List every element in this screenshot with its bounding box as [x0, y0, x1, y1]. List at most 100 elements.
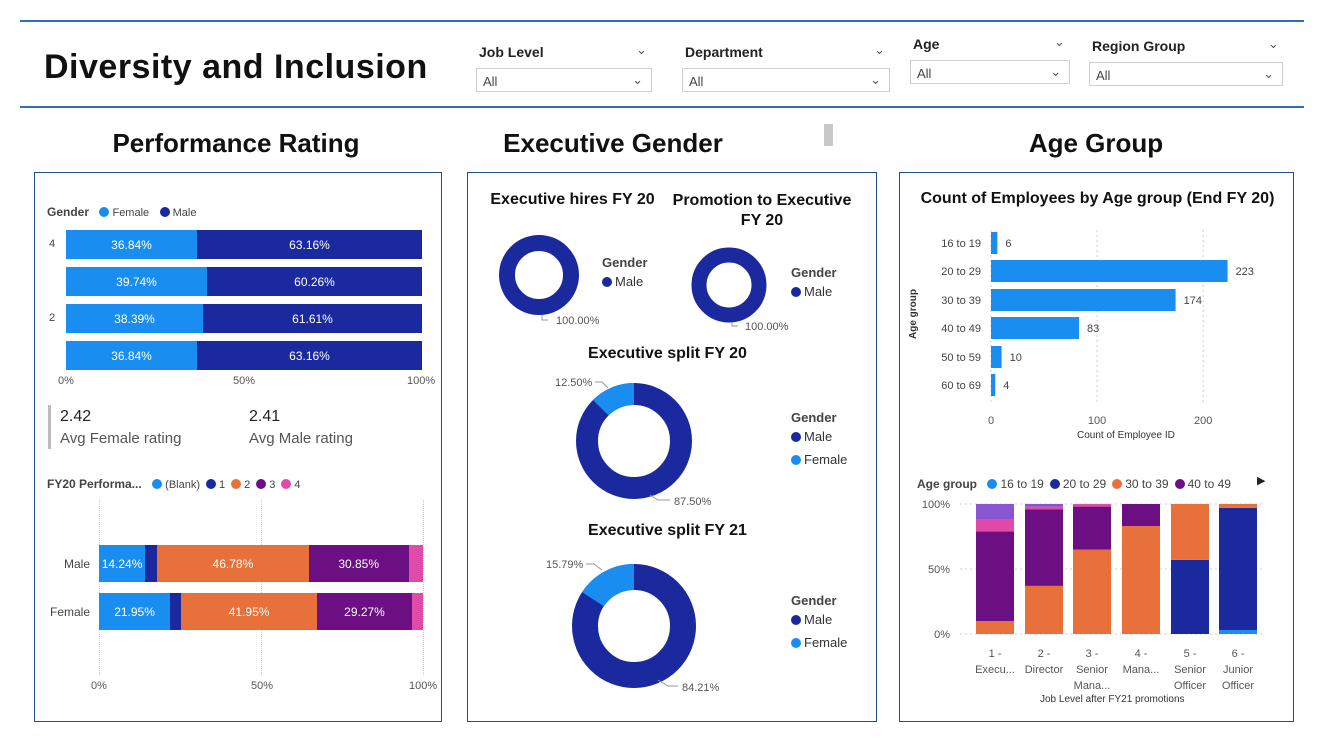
male-segment[interactable]: 61.61% [203, 304, 422, 333]
stack-segment[interactable] [1171, 559, 1209, 634]
perf-bar-row: 14.24% 46.78% 30.85% [99, 545, 423, 582]
perf-segment[interactable] [170, 593, 182, 630]
legend-item-male[interactable]: Male [791, 429, 847, 444]
filter-label: Job Level [479, 44, 544, 60]
legend-item[interactable]: 2 [231, 479, 250, 491]
legend-title: Gender [602, 255, 648, 270]
legend-item[interactable]: 1 [206, 479, 225, 491]
stack-segment[interactable] [1122, 504, 1160, 527]
legend-item[interactable]: 30 to 39 [1112, 477, 1169, 491]
category-label: Senior [1076, 664, 1108, 676]
male-segment[interactable]: 63.16% [197, 341, 422, 370]
stack-segment[interactable] [1025, 504, 1063, 507]
legend-item-male[interactable]: Male [602, 274, 648, 289]
age-count-bar[interactable] [991, 289, 1176, 311]
legend-item-female[interactable]: Female [791, 635, 847, 650]
chevron-down-icon[interactable]: ⌄ [1268, 36, 1279, 52]
legend-dot-icon [256, 479, 267, 489]
female-slice[interactable] [582, 564, 635, 607]
legend-item[interactable]: 3 [256, 479, 275, 491]
promo-label: 100.00% [745, 321, 789, 333]
female-segment[interactable]: 38.39% [66, 304, 203, 333]
stack-segment[interactable] [1025, 506, 1063, 510]
stack-segment[interactable] [1171, 504, 1209, 560]
perf-segment[interactable]: 41.95% [181, 593, 318, 630]
stack-segment[interactable] [1025, 509, 1063, 586]
legend-next-arrow-icon[interactable]: ▶ [1257, 474, 1265, 487]
split20-legend: Gender Male Female [791, 410, 847, 467]
chevron-down-icon: ⌄ [870, 72, 881, 87]
exec-hires-donut[interactable] [499, 235, 579, 315]
chevron-down-icon[interactable]: ⌄ [874, 42, 885, 58]
kpi-accent-bar [48, 405, 51, 449]
age-count-bar[interactable] [991, 232, 998, 254]
female-segment[interactable]: 39.74% [66, 267, 207, 296]
legend-item-male[interactable]: Male [791, 284, 837, 299]
legend-label: (Blank) [165, 479, 201, 491]
job-level-dropdown[interactable]: All ⌄ [476, 68, 652, 92]
filter-label: Age [913, 36, 940, 52]
department-dropdown[interactable]: All ⌄ [682, 68, 890, 92]
legend-item[interactable]: 20 to 29 [1049, 477, 1106, 491]
legend-dot-icon [1174, 479, 1185, 489]
male-segment[interactable]: 63.16% [197, 230, 422, 259]
perf-segment[interactable] [408, 545, 423, 582]
legend-item[interactable]: (Blank) [152, 479, 200, 491]
promo-donut[interactable] [691, 247, 767, 323]
male-segment[interactable]: 60.26% [207, 267, 422, 296]
gender-bar-row: 36.84% 63.16% [66, 230, 422, 259]
chevron-down-icon[interactable]: ⌄ [1054, 34, 1065, 50]
stack-segment[interactable] [1219, 504, 1257, 508]
region-group-dropdown[interactable]: All ⌄ [1089, 62, 1283, 86]
legend-item[interactable]: 40 to 49 [1174, 477, 1231, 491]
split21-title: Executive split FY 21 [588, 522, 747, 539]
female-segment[interactable]: 36.84% [66, 341, 197, 370]
legend-item-female[interactable]: Female [791, 452, 847, 467]
age-count-bar[interactable] [991, 374, 996, 396]
legend-item[interactable]: 4 [281, 479, 301, 491]
stack-segment[interactable] [1025, 585, 1063, 634]
stack-segment[interactable] [976, 531, 1014, 621]
stack-segment[interactable] [1073, 506, 1111, 550]
legend-label: 2 [244, 479, 251, 491]
gridline [99, 500, 100, 675]
age-count-bar[interactable] [991, 260, 1228, 282]
chevron-down-icon[interactable]: ⌄ [636, 42, 647, 58]
legend-item-male[interactable]: Male [159, 207, 196, 219]
legend-item-male[interactable]: Male [791, 612, 847, 627]
perf-segment[interactable]: 29.27% [317, 593, 412, 630]
legend-dot-icon [281, 479, 292, 489]
male-pct-label: 84.21% [682, 682, 720, 694]
age-count-bar[interactable] [991, 346, 1002, 368]
legend-item-female[interactable]: Female [99, 207, 149, 219]
tick-label: 100% [407, 375, 436, 387]
legend-label: Male [804, 429, 833, 444]
dropdown-value: All [1096, 68, 1111, 83]
stack-segment[interactable] [1073, 549, 1111, 635]
stack-segment[interactable] [976, 519, 1014, 532]
perf-segment[interactable]: 14.24% [99, 545, 146, 582]
female-slice[interactable] [592, 383, 635, 416]
perf-segment[interactable] [145, 545, 158, 582]
perf-segment[interactable]: 21.95% [99, 593, 171, 630]
perf-segment[interactable] [411, 593, 423, 630]
scroll-handle[interactable] [824, 124, 833, 146]
tick-label: 50% [928, 564, 950, 576]
tick-label: 0% [91, 680, 107, 692]
age-count-bar[interactable] [991, 317, 1080, 339]
legend-item[interactable]: 16 to 19 [987, 477, 1044, 491]
stack-segment[interactable] [1073, 504, 1111, 507]
stack-segment[interactable] [1219, 507, 1257, 631]
stack-segment[interactable] [976, 504, 1014, 520]
perf-segment[interactable]: 46.78% [157, 545, 309, 582]
section-title-executive: Executive Gender [503, 128, 723, 158]
female-segment[interactable]: 36.84% [66, 230, 197, 259]
perf-segment[interactable]: 30.85% [308, 545, 409, 582]
age-stack-legend: Age group 16 to 19 20 to 29 30 to 39 40 to … [917, 475, 1231, 493]
age-dropdown[interactable]: All ⌄ [910, 60, 1070, 84]
stack-segment[interactable] [1219, 630, 1257, 634]
male-slice[interactable] [576, 383, 692, 499]
stack-segment[interactable] [976, 621, 1014, 634]
stack-segment[interactable] [1122, 526, 1160, 634]
age-stack-chart: 100% 50% 0% 1 - Execu... 2 - Director 3 - Senior… [922, 499, 1265, 692]
